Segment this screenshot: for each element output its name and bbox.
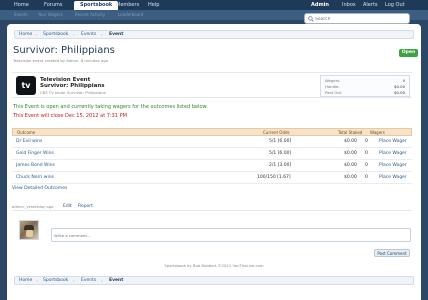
breadcrumb-separator: › <box>73 278 75 283</box>
nav-user-admin[interactable]: Admin <box>311 1 329 9</box>
search-input[interactable] <box>315 15 407 23</box>
outcome-wagers: 0 <box>365 151 368 156</box>
outcome-link[interactable]: James Bond Wins <box>16 161 55 171</box>
main-panel: Home › Sportsbook › Events › Event Survi… <box>7 24 421 300</box>
avatar <box>19 220 39 240</box>
table-row: James Bond Wins 2/1 [3.00] $0.00 0 Place… <box>12 161 412 172</box>
breadcrumb: Home › Sportsbook › Events › Event <box>14 30 414 39</box>
column-header-wagers: Wagers <box>370 130 385 135</box>
outcome-staked: $0.00 <box>344 139 357 144</box>
table-header: Outcome Current Odds Total Staked Wagers <box>12 128 412 136</box>
comment-input[interactable] <box>54 231 404 240</box>
subnav-events[interactable]: Events <box>14 11 28 19</box>
page-title: Survivor: Philippians <box>13 45 115 56</box>
nav-tab-members[interactable]: Members <box>116 1 139 9</box>
outcome-odds: 100/150 [1.67] <box>257 175 291 180</box>
open-message: This Event is open and currently taking … <box>13 104 208 110</box>
outcome-link[interactable]: Chuck Norri wins <box>16 173 54 183</box>
outcome-staked: $0.00 <box>344 175 357 180</box>
stat-value: 0 <box>402 78 405 83</box>
outcome-wagers: 0 <box>365 175 368 180</box>
outcome-wagers: 0 <box>365 163 368 168</box>
post-comment-button[interactable]: Post Comment <box>374 249 410 257</box>
place-wager-link[interactable]: Place Wager <box>379 173 407 183</box>
comment-box[interactable] <box>51 228 411 242</box>
meta-author[interactable]: admin, yesterday ago <box>12 204 53 209</box>
stat-value: $0.00 <box>394 84 405 89</box>
breadcrumb-home[interactable]: Home <box>19 277 32 284</box>
nav-inbox[interactable]: Inbox <box>342 1 356 9</box>
subnav-your-wagers[interactable]: Your Wagers <box>38 11 63 19</box>
subnav-recent-activity[interactable]: Recent Activity <box>75 11 105 19</box>
breadcrumb-events[interactable]: Events <box>81 31 96 38</box>
status-badge: Open <box>399 49 418 57</box>
avatar-face <box>26 230 33 237</box>
footer-credit: Sportsbook by Bob Bobbert ©2012 VanThaLi… <box>164 263 264 268</box>
table-row: Gold Finger Wins 5/1 [6.00] $0.00 0 Plac… <box>12 149 412 160</box>
breadcrumb-events[interactable]: Events <box>81 277 96 284</box>
place-wager-link[interactable]: Place Wager <box>379 149 407 159</box>
event-name: Survivor: Philippians <box>40 83 105 89</box>
breadcrumb-event: Event <box>109 32 124 37</box>
outcome-link[interactable]: Dr Evil wins <box>16 137 42 147</box>
outcome-staked: $0.00 <box>344 151 357 156</box>
search-icon <box>308 16 314 22</box>
column-header-staked: Total Staked <box>338 130 363 135</box>
table-row: Chuck Norri wins 100/150 [1.67] $0.00 0 … <box>12 173 412 184</box>
stat-label: Paid Out: <box>325 90 343 95</box>
nav-tab-sportsbook[interactable]: Sportsbook <box>74 1 119 10</box>
page-subtitle: Television event created by Admin, 8 min… <box>13 58 108 63</box>
nav-tab-help[interactable]: Help <box>148 1 159 9</box>
view-detailed-outcomes-link[interactable]: View Detailed Outcomes <box>12 186 67 191</box>
nav-alerts[interactable]: Alerts <box>363 1 378 9</box>
outcome-odds: 5/1 [6.00] <box>269 151 292 156</box>
breadcrumb-separator: › <box>101 32 103 37</box>
nav-tab-forums[interactable]: Forums <box>44 1 62 9</box>
place-wager-link[interactable]: Place Wager <box>379 137 407 147</box>
stat-label: Handle: <box>325 84 340 89</box>
column-header-odds: Current Odds <box>263 130 290 135</box>
outcome-staked: $0.00 <box>344 163 357 168</box>
subnav-leaderboard[interactable]: Leaderboard <box>118 11 143 19</box>
breadcrumb-separator: › <box>73 32 75 37</box>
table-row: Dr Evil wins 5/1 [6.00] $0.00 0 Place Wa… <box>12 137 412 148</box>
breadcrumb-sportsbook[interactable]: Sportsbook <box>43 277 68 284</box>
search-box[interactable] <box>304 13 410 24</box>
breadcrumb-separator: › <box>36 278 38 283</box>
nav-tab-home[interactable]: Home <box>14 1 29 9</box>
outcome-wagers: 0 <box>365 139 368 144</box>
report-link[interactable]: Report <box>78 204 93 209</box>
column-header-outcome: Outcome <box>17 130 36 135</box>
top-navigation: Home Forums Sportsbook Members Help Admi… <box>0 0 428 10</box>
stat-value: $0.00 <box>394 90 405 95</box>
tv-icon: tv <box>16 76 36 95</box>
outcome-link[interactable]: Gold Finger Wins <box>16 149 54 159</box>
breadcrumb-separator: › <box>36 32 38 37</box>
outcome-odds: 5/1 [6.00] <box>269 139 292 144</box>
event-stats: Wagers: 0 Handle: $0.00 Paid Out: $0.00 <box>320 75 410 97</box>
event-summary: tv Television Event Survivor: Philippian… <box>12 72 412 98</box>
event-meta: admin, yesterday ago Edit Report <box>12 202 412 211</box>
place-wager-link[interactable]: Place Wager <box>379 161 407 171</box>
outcome-odds: 2/1 [3.00] <box>269 163 292 168</box>
breadcrumb-separator: › <box>101 278 103 283</box>
edit-link[interactable]: Edit <box>63 204 72 209</box>
stat-label: Wagers: <box>325 78 341 83</box>
nav-logout[interactable]: Log Out <box>385 1 405 9</box>
breadcrumb-home[interactable]: Home <box>19 31 32 38</box>
event-description: CBS TV show: Survivor: Philippians <box>40 90 106 95</box>
breadcrumb-bottom: Home › Sportsbook › Events › Event <box>14 276 414 285</box>
breadcrumb-event: Event <box>109 278 124 283</box>
breadcrumb-sportsbook[interactable]: Sportsbook <box>43 31 68 38</box>
close-message: This Event will close Dec 15, 2012 at 7:… <box>13 113 127 119</box>
